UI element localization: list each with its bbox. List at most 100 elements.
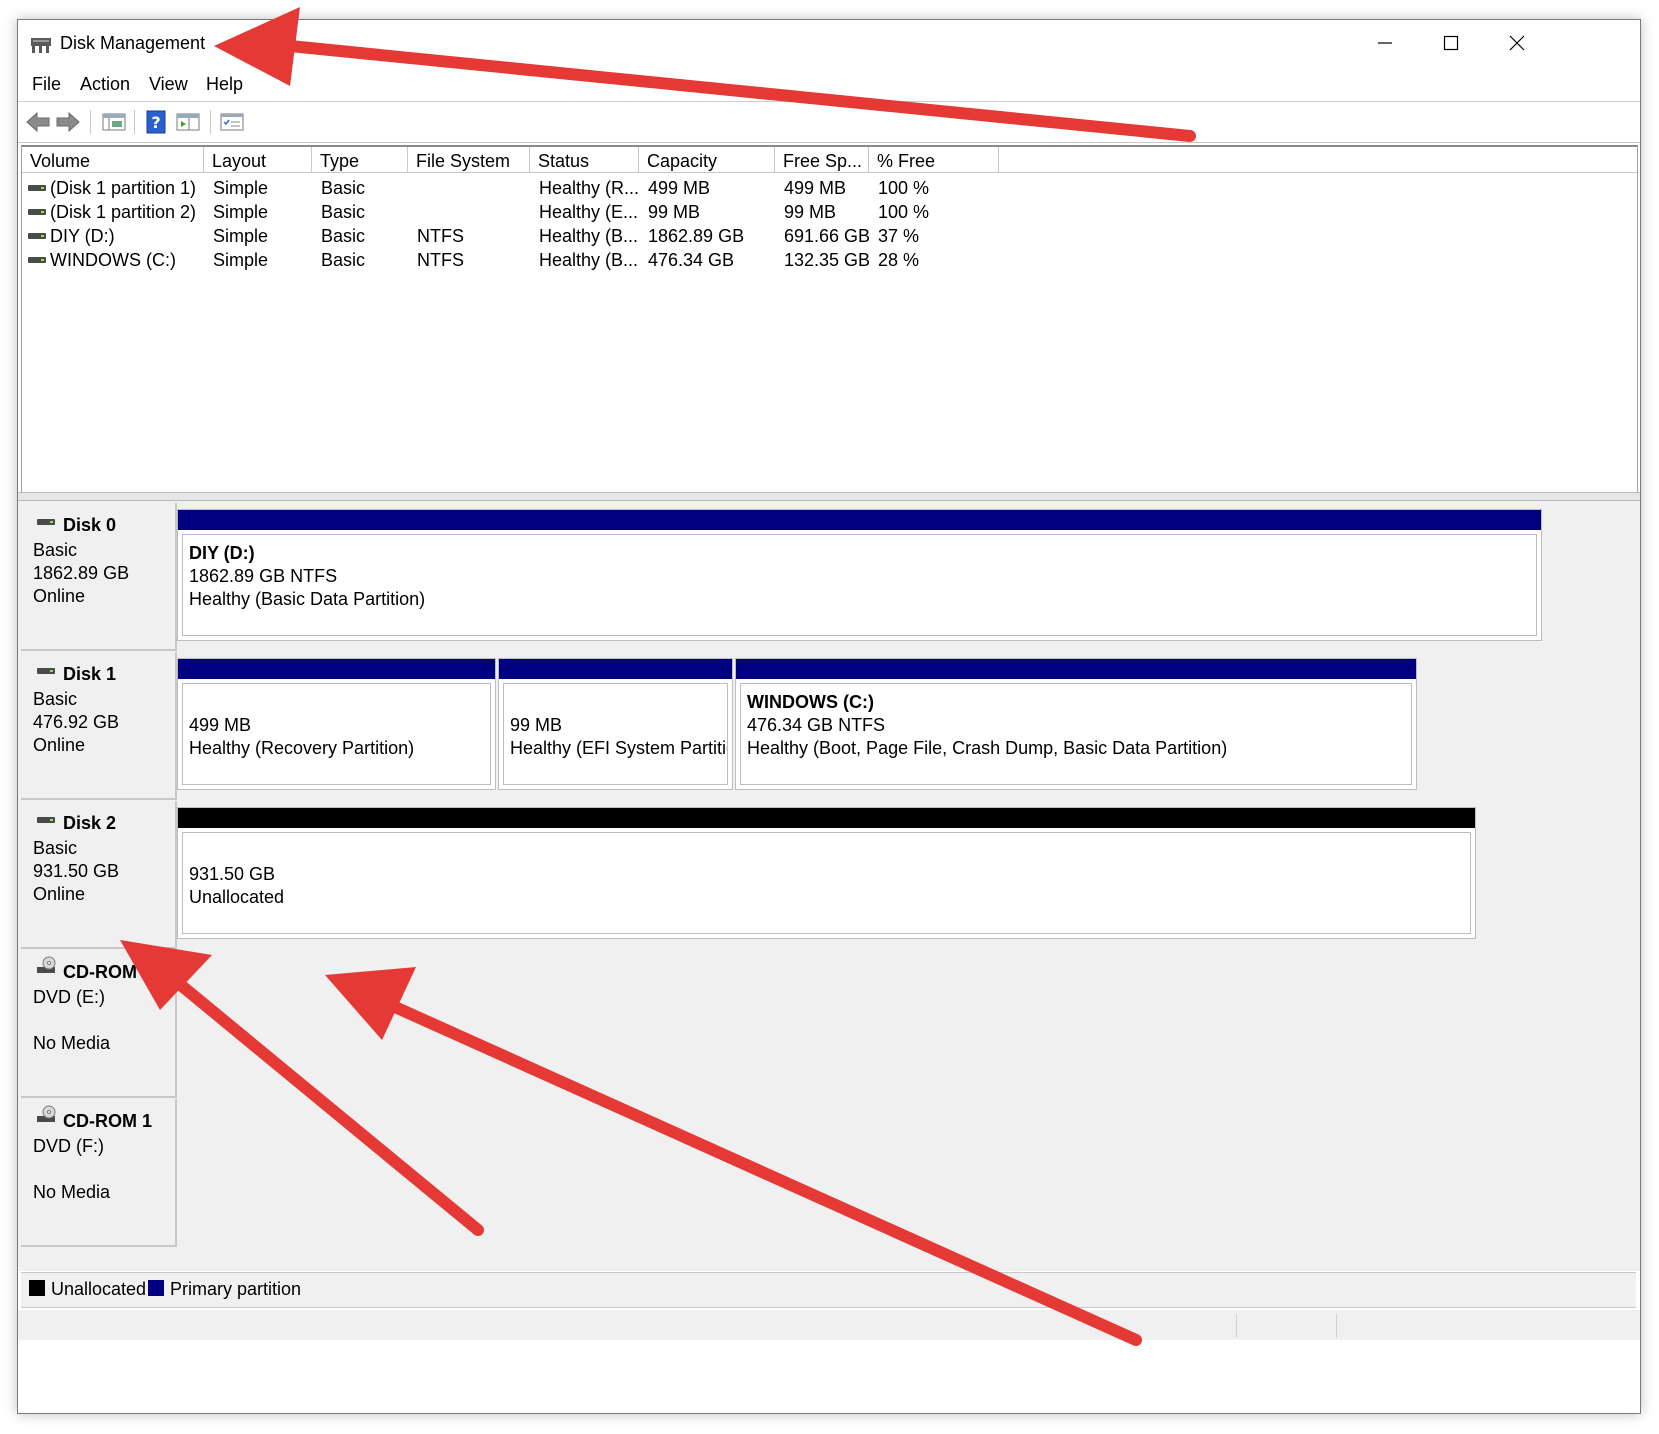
volume-drive-icon: [28, 209, 46, 215]
cell-status: Healthy (E...: [539, 202, 639, 222]
disk-label[interactable]: Disk 2 Basic 931.50 GB Online: [21, 801, 177, 949]
back-button[interactable]: [24, 108, 52, 136]
cell-free-space: 499 MB: [784, 178, 847, 198]
volume-drive-icon: [28, 185, 46, 191]
partition-unallocated[interactable]: 931.50 GB Unallocated: [177, 807, 1476, 939]
cell-capacity: 499 MB: [648, 178, 711, 198]
partition-status: Healthy (Boot, Page File, Crash Dump, Ba…: [747, 738, 1228, 758]
pane-splitter[interactable]: [18, 492, 1640, 501]
disk-name: CD-ROM 1: [63, 1111, 152, 1131]
partition-diy-d[interactable]: DIY (D:) 1862.89 GB NTFS Healthy (Basic …: [177, 509, 1542, 641]
disk-kind: Basic: [33, 838, 78, 858]
legend: Unallocated Primary partition: [21, 1272, 1636, 1308]
cell-capacity: 99 MB: [648, 202, 701, 222]
menu-help[interactable]: Help: [206, 74, 243, 95]
table-row[interactable]: (Disk 1 partition 2) Simple Basic Health…: [22, 200, 1637, 224]
cell-file-system: NTFS: [417, 250, 464, 270]
disk-row-0: Disk 0 Basic 1862.89 GB Online DIY (D:) …: [21, 503, 1638, 651]
table-row[interactable]: WINDOWS (C:) Simple Basic NTFS Healthy (…: [22, 248, 1637, 272]
column-header-volume[interactable]: Volume: [22, 147, 204, 173]
column-header-status[interactable]: Status: [530, 147, 639, 173]
partition-size: 931.50 GB: [189, 864, 276, 884]
disk-name: Disk 0: [63, 515, 117, 535]
disk-list-button[interactable]: [100, 108, 128, 136]
column-header-capacity[interactable]: Capacity: [639, 147, 775, 173]
maximize-button[interactable]: [1416, 20, 1486, 66]
partition-title: DIY (D:): [189, 543, 255, 563]
svg-text:?: ?: [151, 113, 160, 132]
primary-partition-bar: [736, 659, 1416, 679]
disk-kind: Basic: [33, 540, 78, 560]
cell-percent-free: 37 %: [878, 226, 920, 246]
partition-size: 476.34 GB NTFS: [747, 715, 886, 735]
menu-action[interactable]: Action: [80, 74, 130, 95]
unallocated-swatch: [29, 1280, 45, 1296]
checklist-button[interactable]: [218, 108, 246, 136]
disk-label[interactable]: Disk 1 Basic 476.92 GB Online: [21, 652, 177, 800]
disk-name: Disk 1: [63, 664, 117, 684]
primary-partition-bar: [499, 659, 732, 679]
partition-size: 499 MB: [189, 715, 252, 735]
cell-layout: Simple: [213, 202, 269, 222]
close-button[interactable]: [1482, 20, 1552, 66]
cd-rom-icon: [37, 956, 56, 973]
properties-button[interactable]: [174, 108, 202, 136]
table-row[interactable]: DIY (D:) Simple Basic NTFS Healthy (B...…: [22, 224, 1637, 248]
forward-button[interactable]: [54, 108, 82, 136]
column-header-filler: [999, 147, 1637, 173]
partition-size: 1862.89 GB NTFS: [189, 566, 338, 586]
table-row[interactable]: (Disk 1 partition 1) Simple Basic Health…: [22, 176, 1637, 200]
partition-efi[interactable]: 99 MB Healthy (EFI System Partition): [498, 658, 733, 790]
cell-free-space: 132.35 GB: [784, 250, 871, 270]
status-bar-divider: [1336, 1314, 1337, 1338]
cell-file-system: NTFS: [417, 226, 464, 246]
cell-free-space: 99 MB: [784, 202, 837, 222]
column-header-percent-free[interactable]: % Free: [869, 147, 999, 173]
checklist-icon: [220, 113, 244, 131]
partition-windows-c[interactable]: WINDOWS (C:) 476.34 GB NTFS Healthy (Boo…: [735, 658, 1417, 790]
primary-partition-bar: [178, 659, 495, 679]
disk-state: Online: [33, 735, 86, 755]
partition-body: 99 MB Healthy (EFI System Partition): [503, 683, 728, 785]
cell-percent-free: 28 %: [878, 250, 920, 270]
column-header-type[interactable]: Type: [312, 147, 408, 173]
cell-layout: Simple: [213, 226, 269, 246]
disk-kind: Basic: [33, 689, 78, 709]
close-icon: [1509, 35, 1525, 51]
volume-drive-icon: [28, 257, 46, 263]
window-title: Disk Management: [60, 33, 206, 53]
maximize-icon: [1443, 35, 1459, 51]
disk-state: No Media: [33, 1182, 111, 1202]
column-header-layout[interactable]: Layout: [204, 147, 312, 173]
cell-percent-free: 100 %: [878, 178, 930, 198]
column-header-file-system[interactable]: File System: [408, 147, 530, 173]
disk-label[interactable]: CD-ROM 0 DVD (E:) No Media: [21, 950, 177, 1098]
help-icon: ?: [146, 110, 166, 134]
disk-kind: DVD (F:): [33, 1136, 104, 1156]
partition-status: Healthy (Basic Data Partition): [189, 589, 426, 609]
cell-layout: Simple: [213, 178, 269, 198]
column-header-free-space[interactable]: Free Sp...: [775, 147, 869, 173]
help-button[interactable]: ?: [142, 108, 170, 136]
disk-label[interactable]: Disk 0 Basic 1862.89 GB Online: [21, 503, 177, 651]
cell-capacity: 1862.89 GB: [648, 226, 745, 246]
disk-state: Online: [33, 884, 86, 904]
toolbar-separator: [210, 110, 211, 134]
disk-drive-icon: [37, 668, 55, 674]
primary-partition-swatch: [148, 1280, 164, 1296]
disk-state: No Media: [33, 1033, 111, 1053]
disk-label[interactable]: CD-ROM 1 DVD (F:) No Media: [21, 1099, 177, 1247]
menu-view[interactable]: View: [149, 74, 188, 95]
disk-row-2: Disk 2 Basic 931.50 GB Online 931.50 GB …: [21, 801, 1638, 949]
volume-list: Volume Layout Type File System Status Ca…: [21, 145, 1638, 493]
status-bar: [18, 1310, 1640, 1340]
menu-file[interactable]: File: [32, 74, 61, 95]
disk-state: Online: [33, 586, 86, 606]
minimize-button[interactable]: [1350, 20, 1420, 66]
forward-arrow-icon: [56, 111, 80, 133]
disk-list-icon: [102, 113, 126, 131]
partition-recovery[interactable]: 499 MB Healthy (Recovery Partition): [177, 658, 496, 790]
disk-size: 931.50 GB: [33, 861, 120, 881]
back-arrow-icon: [26, 111, 50, 133]
disk-size: 1862.89 GB: [33, 563, 130, 583]
